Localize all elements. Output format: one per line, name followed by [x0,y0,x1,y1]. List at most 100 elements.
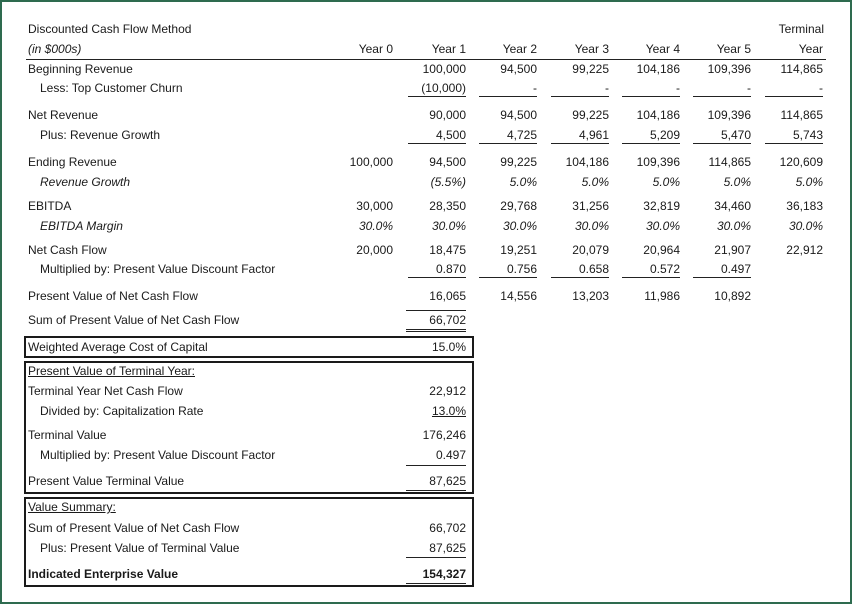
table-cell: 5.0% [723,175,751,189]
table-cell: 36,183 [786,199,823,213]
cell-underline [479,143,537,144]
revenue-growth-row-label: Plus: Revenue Growth [40,128,161,142]
wacc-label: Weighted Average Cost of Capital [28,340,208,354]
summary-heading: Value Summary: [28,500,116,514]
cell-underline [765,96,823,97]
table-cell: 16,065 [429,289,466,303]
table-cell: 114,865 [708,155,752,169]
year-header: Year 4 [645,42,680,56]
table-cell: 13,203 [572,289,609,303]
pv-terminal-value: 87,625 [429,474,466,488]
ev-rule-1 [406,583,466,584]
table-cell: 31,256 [572,199,609,213]
table-cell: 5,209 [649,128,680,142]
table-cell: 20,000 [356,243,393,257]
pv-terminal-rule [406,490,466,491]
pv-factor-row-label: Multiplied by: Present Value Discount Fa… [40,262,276,276]
sum-pv-rule-bottom-2 [406,331,466,332]
cell-underline [479,96,537,97]
table-cell: - [747,81,751,95]
cell-underline [551,143,609,144]
table-cell: - [605,81,609,95]
net-cash-flow-row-label: Net Cash Flow [28,243,107,257]
table-cell: (5.5%) [430,175,466,189]
table-cell: 4,500 [435,128,466,142]
pv-terminal-label: Present Value Terminal Value [28,474,185,488]
table-cell: 99,225 [572,108,609,122]
table-cell: 19,251 [500,243,537,257]
table-cell [313,262,393,277]
table-cell: 30.0% [716,219,751,233]
cap-rate-value: 13.0% [431,404,466,418]
table-cell [313,175,393,190]
cell-underline [408,143,466,144]
table-cell: - [676,81,680,95]
table-cell: 21,907 [714,243,751,257]
table-cell: 109,396 [636,155,680,169]
terminal-factor-rule [406,465,466,466]
table-cell: 94,500 [500,108,537,122]
terminal-value-label: Terminal Value [28,428,107,442]
table-cell: 114,865 [780,62,824,76]
table-cell: 109,396 [707,108,751,122]
cell-underline [408,277,466,278]
table-cell: 0.572 [649,262,680,276]
cell-underline [408,96,466,97]
table-cell: 5.0% [581,175,609,189]
terminal-header-top: Terminal [778,22,824,36]
table-cell: 30,000 [356,199,393,213]
summary-plus-value: 87,625 [429,541,466,555]
table-cell [313,108,393,123]
sum-pv-value: 66,702 [429,313,466,327]
table-cell: 30.0% [574,219,609,233]
table-cell: 5.0% [509,175,537,189]
table-cell: 30.0% [431,219,466,233]
revenue-growth-pct-row-label: Revenue Growth [40,175,131,189]
cell-underline [622,96,680,97]
table-cell: 100,000 [422,62,466,76]
enterprise-value-label: Indicated Enterprise Value [28,567,179,581]
table-cell: (10,000) [421,81,466,95]
table-cell: 104,186 [565,155,609,169]
cap-rate-label: Divided by: Capitalization Rate [40,404,204,418]
header-divider [26,59,826,60]
cell-underline [479,277,537,278]
table-cell: 99,225 [500,155,537,169]
sum-pv-label: Sum of Present Value of Net Cash Flow [28,313,240,327]
table-cell: 32,819 [643,199,680,213]
table-cell: 20,964 [643,243,680,257]
table-cell: 94,500 [429,155,466,169]
summary-plus-label: Plus: Present Value of Terminal Value [40,541,240,555]
table-cell: 0.870 [435,262,466,276]
table-cell: 109,396 [707,62,751,76]
year-header: Year 2 [502,42,537,56]
year-header: Year 1 [431,42,466,56]
year-header: Year 0 [358,42,393,56]
cell-underline [551,277,609,278]
terminal-value-value: 176,246 [422,428,466,442]
table-cell: 90,000 [429,108,466,122]
table-cell: - [819,81,823,95]
table-cell: 5,470 [720,128,751,142]
summary-sum-value: 66,702 [429,521,466,535]
table-cell [313,289,393,304]
terminal-heading: Present Value of Terminal Year: [28,364,195,378]
ending-revenue-row-label: Ending Revenue [28,155,117,169]
terminal-ncf-label: Terminal Year Net Cash Flow [28,384,183,398]
table-cell: 18,475 [429,243,466,257]
sum-pv-rule-top [406,310,466,311]
table-cell: 5,743 [792,128,823,142]
table-cell: 29,768 [500,199,537,213]
table-cell: 28,350 [429,199,466,213]
year-header: Year 3 [574,42,609,56]
cell-underline [765,143,823,144]
table-cell: 0.658 [578,262,609,276]
table-cell: 10,892 [714,289,751,303]
enterprise-value-value: 154,327 [422,567,466,581]
ebitda-row-label: EBITDA [28,199,72,213]
table-cell: 11,986 [644,289,680,303]
cell-underline [693,96,751,97]
cell-underline [622,143,680,144]
terminal-factor-value: 0.497 [435,448,466,462]
net-revenue-row-label: Net Revenue [28,108,99,122]
